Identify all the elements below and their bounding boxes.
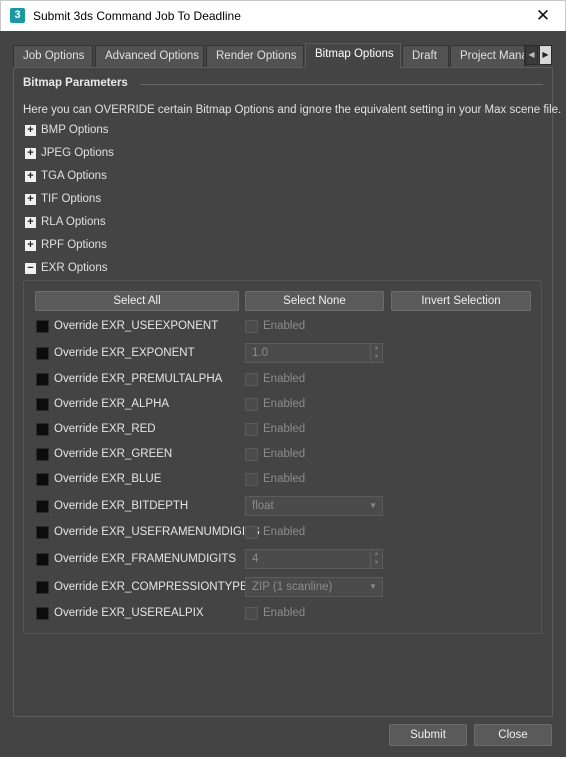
- tab-scroll-right-icon[interactable]: ▶: [539, 45, 552, 65]
- dropdown-value: ZIP (1 scanline): [252, 581, 333, 593]
- chevron-down-icon: ▼: [369, 582, 377, 591]
- spinner-value: 4: [252, 553, 259, 565]
- override-label: Override EXR_BITDEPTH: [54, 500, 189, 512]
- spin-down-icon[interactable]: ▼: [371, 559, 382, 568]
- enabled-label: Enabled: [263, 398, 306, 410]
- override-checkbox[interactable]: [36, 423, 49, 436]
- title-bar: 3 Submit 3ds Command Job To Deadline ✕: [0, 0, 566, 31]
- enabled-checkbox[interactable]: [245, 526, 258, 539]
- dropdown-value: float: [252, 500, 274, 512]
- enabled-checkbox[interactable]: [245, 320, 258, 333]
- spin-up-icon[interactable]: ▲: [371, 550, 382, 559]
- close-window-icon[interactable]: ✕: [521, 1, 565, 31]
- expand-icon[interactable]: +: [25, 194, 36, 205]
- select-none-button[interactable]: Select None: [245, 291, 384, 311]
- override-label: Override EXR_GREEN: [54, 448, 173, 460]
- close-button[interactable]: Close: [474, 724, 552, 746]
- spin-down-icon[interactable]: ▼: [371, 353, 382, 362]
- tab-bar: Job Options Advanced Options Render Opti…: [13, 43, 553, 68]
- override-label: Override EXR_EXPONENT: [54, 347, 195, 359]
- enabled-checkbox[interactable]: [245, 423, 258, 436]
- override-label: Override EXR_USEREALPIX: [54, 607, 204, 619]
- enabled-label: Enabled: [263, 320, 306, 332]
- override-label: Override EXR_RED: [54, 423, 156, 435]
- tree-item-label: JPEG Options: [41, 147, 114, 159]
- tree-item-label: RPF Options: [41, 239, 107, 251]
- enabled-checkbox[interactable]: [245, 398, 258, 411]
- override-checkbox[interactable]: [36, 320, 49, 333]
- tree-item-label: RLA Options: [41, 216, 106, 228]
- override-label: Override EXR_ALPHA: [54, 398, 170, 410]
- section-title: Bitmap Parameters: [23, 77, 128, 89]
- tab-advanced-options[interactable]: Advanced Options: [95, 45, 204, 67]
- override-checkbox[interactable]: [36, 347, 49, 360]
- override-label: Override EXR_PREMULTALPHA: [54, 373, 223, 385]
- enabled-checkbox[interactable]: [245, 607, 258, 620]
- app-icon: 3: [10, 8, 25, 23]
- expand-icon[interactable]: +: [25, 125, 36, 136]
- enabled-label: Enabled: [263, 373, 306, 385]
- spinner-value: 1.0: [252, 347, 268, 359]
- override-checkbox[interactable]: [36, 607, 49, 620]
- tree-item-label: EXR Options: [41, 262, 108, 274]
- section-description: Here you can OVERRIDE certain Bitmap Opt…: [23, 104, 562, 116]
- enabled-label: Enabled: [263, 526, 306, 538]
- enabled-label: Enabled: [263, 607, 306, 619]
- override-checkbox[interactable]: [36, 553, 49, 566]
- enabled-checkbox[interactable]: [245, 473, 258, 486]
- frame-num-digits-spinner[interactable]: 4 ▲ ▼: [245, 549, 383, 569]
- override-checkbox[interactable]: [36, 398, 49, 411]
- expand-icon[interactable]: +: [25, 171, 36, 182]
- override-label: Override EXR_USEFRAMENUMDIGITS: [54, 526, 260, 538]
- enabled-label: Enabled: [263, 473, 306, 485]
- spinner-buttons[interactable]: ▲ ▼: [370, 344, 382, 362]
- tree-item-label: BMP Options: [41, 124, 109, 136]
- override-checkbox[interactable]: [36, 581, 49, 594]
- override-checkbox[interactable]: [36, 373, 49, 386]
- enabled-checkbox[interactable]: [245, 448, 258, 461]
- spinner-buttons[interactable]: ▲ ▼: [370, 550, 382, 568]
- expand-icon[interactable]: +: [25, 148, 36, 159]
- override-checkbox[interactable]: [36, 526, 49, 539]
- tab-scroll-left-icon[interactable]: ◀: [525, 45, 538, 65]
- enabled-label: Enabled: [263, 423, 306, 435]
- override-checkbox[interactable]: [36, 448, 49, 461]
- compression-type-dropdown[interactable]: ZIP (1 scanline) ▼: [245, 577, 383, 597]
- override-label: Override EXR_FRAMENUMDIGITS: [54, 553, 237, 565]
- chevron-down-icon: ▼: [369, 501, 377, 510]
- override-checkbox[interactable]: [36, 500, 49, 513]
- override-checkbox[interactable]: [36, 473, 49, 486]
- collapse-icon[interactable]: −: [25, 263, 36, 274]
- submit-button[interactable]: Submit: [389, 724, 467, 746]
- exponent-spinner[interactable]: 1.0 ▲ ▼: [245, 343, 383, 363]
- override-label: Override EXR_USEEXPONENT: [54, 320, 219, 332]
- expand-icon[interactable]: +: [25, 240, 36, 251]
- tab-render-options[interactable]: Render Options: [206, 45, 304, 67]
- invert-selection-button[interactable]: Invert Selection: [391, 291, 531, 311]
- spin-up-icon[interactable]: ▲: [371, 344, 382, 353]
- enabled-checkbox[interactable]: [245, 373, 258, 386]
- tab-project-management[interactable]: Project Mana: [450, 45, 525, 67]
- override-label: Override EXR_COMPRESSIONTYPE: [54, 581, 248, 593]
- tree-item-label: TIF Options: [41, 193, 102, 205]
- tab-bitmap-options[interactable]: Bitmap Options: [305, 43, 401, 68]
- section-divider: [140, 84, 543, 85]
- select-all-button[interactable]: Select All: [35, 291, 239, 311]
- tab-draft[interactable]: Draft: [402, 45, 449, 67]
- override-label: Override EXR_BLUE: [54, 473, 162, 485]
- window-title: Submit 3ds Command Job To Deadline: [33, 9, 241, 23]
- enabled-label: Enabled: [263, 448, 306, 460]
- tree-item-label: TGA Options: [41, 170, 107, 182]
- tab-job-options[interactable]: Job Options: [13, 45, 93, 67]
- bitdepth-dropdown[interactable]: float ▼: [245, 496, 383, 516]
- expand-icon[interactable]: +: [25, 217, 36, 228]
